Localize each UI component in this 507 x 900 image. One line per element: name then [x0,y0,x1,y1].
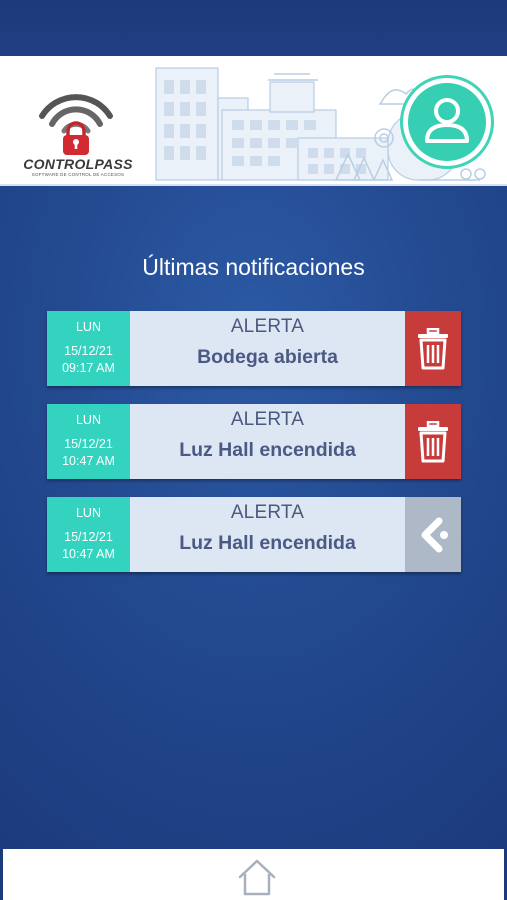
notification-body: ALERTA Luz Hall encendida [130,404,405,479]
user-icon [425,98,469,143]
notification-type: ALERTA [230,409,305,430]
bottom-nav [3,849,504,900]
notification-day: LUN [75,320,101,334]
home-button[interactable] [237,858,277,896]
notification-day: LUN [75,413,101,427]
notification-card: LUN 15/12/21 10:47 AM ALERTA Luz Hall en… [47,497,461,572]
back-arrow-icon [421,517,448,552]
home-icon [238,859,276,896]
status-bar [0,0,507,56]
avatar [408,83,486,161]
notification-message: Bodega abierta [197,346,338,368]
app-header: CONTROLPASS SOFTWARE DE CONTROL DE ACCES… [0,56,507,186]
notification-message: Luz Hall encendida [179,532,356,554]
delete-button[interactable] [405,311,461,386]
notification-body: ALERTA Bodega abierta [130,311,405,386]
notification-card: LUN 15/12/21 09:17 AM ALERTA Bodega abie… [47,311,461,386]
notification-time: 09:17 AM [62,360,115,375]
notification-message: Luz Hall encendida [179,439,356,461]
trash-icon [418,327,448,369]
notification-date: LUN 15/12/21 10:47 AM [47,404,130,479]
wifi-lock-icon [39,94,113,155]
notification-type: ALERTA [230,502,305,523]
notification-date-value: 15/12/21 [64,343,113,358]
delete-button[interactable] [405,404,461,479]
notification-time: 10:47 AM [62,546,115,561]
trash-icon [418,420,448,462]
logo-text: CONTROLPASS [23,156,133,172]
notification-date: LUN 15/12/21 10:47 AM [47,497,130,572]
page-title: Últimas notificaciones [142,254,365,280]
notification-date-value: 15/12/21 [64,529,113,544]
controlpass-logo: CONTROLPASS SOFTWARE DE CONTROL DE ACCES… [12,78,140,177]
notification-time: 10:47 AM [62,453,115,468]
notification-date: LUN 15/12/21 09:17 AM [47,311,130,386]
notification-body: ALERTA Luz Hall encendida [130,497,405,572]
back-button[interactable] [405,497,461,572]
notification-day: LUN [75,506,101,520]
logo-subtitle: SOFTWARE DE CONTROL DE ACCESOS [31,172,125,177]
notification-card: LUN 15/12/21 10:47 AM ALERTA Luz Hall en… [47,404,461,479]
profile-button[interactable] [400,75,494,169]
notification-type: ALERTA [230,316,305,337]
notification-date-value: 15/12/21 [64,436,113,451]
